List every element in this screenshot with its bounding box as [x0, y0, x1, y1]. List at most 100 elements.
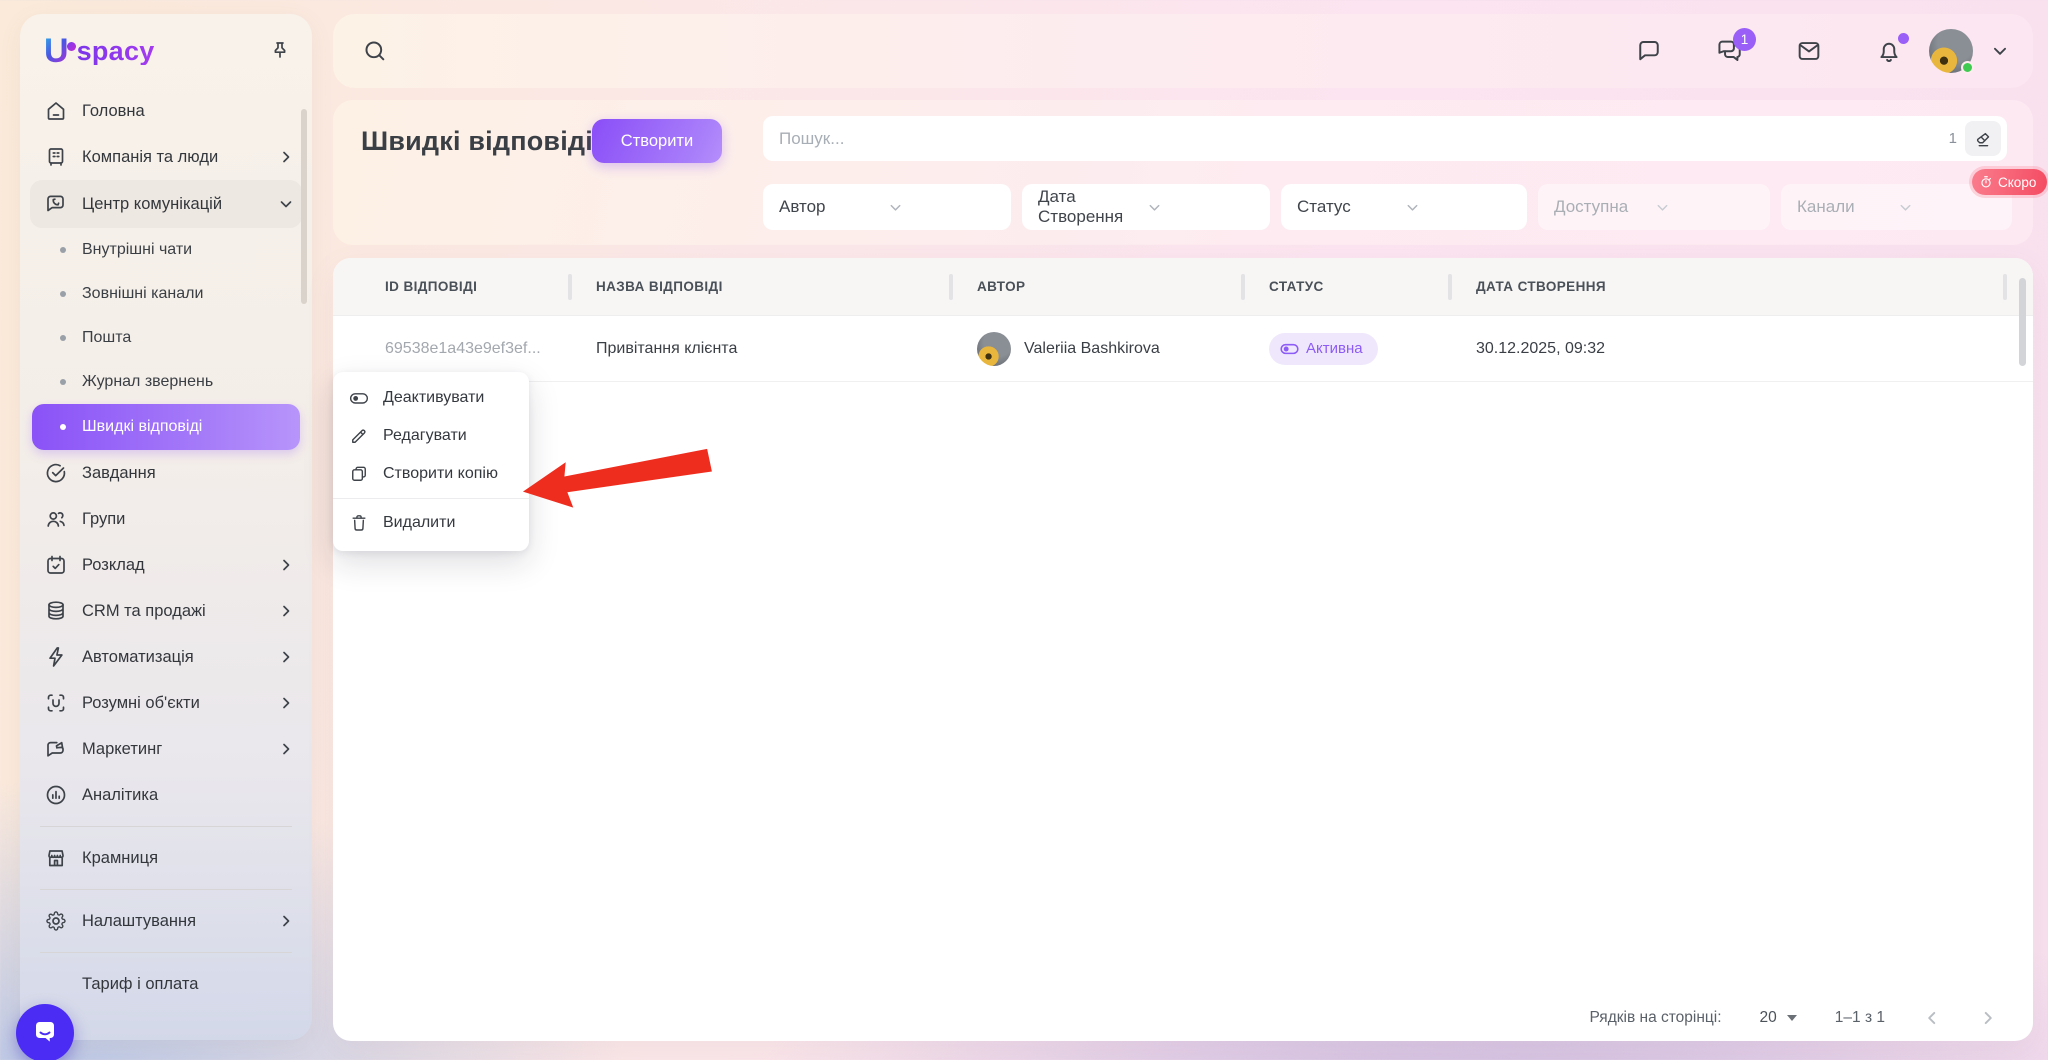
sidebar-item-settings[interactable]: Налаштування	[20, 898, 312, 944]
filter-label: Статус	[1297, 197, 1405, 217]
search-input[interactable]	[779, 129, 1949, 149]
rows-per-page-value: 20	[1760, 1009, 1777, 1027]
sidebar-item-analytics[interactable]: Аналітика	[20, 772, 312, 818]
sidebar-item-groups[interactable]: Групи	[20, 496, 312, 542]
menu-item-edit[interactable]: Редагувати	[333, 417, 529, 455]
sidebar-item-comm-center[interactable]: Центр комунікацій	[30, 180, 302, 228]
comments-button[interactable]	[1635, 37, 1663, 65]
author-avatar	[977, 332, 1011, 366]
sidebar-item-automation[interactable]: Автоматизація	[20, 634, 312, 680]
pin-icon[interactable]	[268, 39, 292, 63]
global-search-icon[interactable]	[361, 37, 389, 65]
rows-per-page-caret-icon	[1787, 1015, 1797, 1021]
menu-item-duplicate[interactable]: Створити копію	[333, 455, 529, 493]
sidebar-divider	[40, 952, 292, 953]
page-header: Швидкі відповіді Створити 1 Автор Дата С…	[333, 100, 2033, 245]
sidebar-item-label: Внутрішні чати	[82, 241, 192, 259]
chevron-right-icon	[278, 557, 294, 573]
row-context-menu: Деактивувати Редагувати Створити копію В…	[333, 372, 529, 551]
sidebar-item-label: Автоматизація	[82, 648, 194, 667]
messenger-button[interactable]: 1	[1715, 37, 1743, 65]
rows-per-page-label: Рядків на сторінці:	[1589, 1009, 1721, 1027]
sidebar-item-company[interactable]: Компанія та люди	[20, 134, 312, 180]
sidebar-item-home[interactable]: Головна	[20, 88, 312, 134]
mail-icon	[1795, 37, 1823, 65]
uspacy-logo[interactable]: U spacy	[44, 34, 155, 68]
bullet-icon	[60, 291, 66, 297]
profile-chevron-down-icon[interactable]	[1991, 42, 2009, 60]
cell-reply-id: 69538e1a43e9ef3ef...	[333, 340, 570, 358]
sidebar-item-internal-chats[interactable]: Внутрішні чати	[20, 228, 312, 272]
sidebar-item-label: Компанія та люди	[82, 148, 218, 167]
sidebar-item-billing[interactable]: Тариф і оплата	[20, 961, 312, 1007]
sidebar-item-quick-replies[interactable]: Швидкі відповіді	[32, 404, 300, 450]
sidebar-divider	[40, 826, 292, 827]
stopwatch-icon	[1979, 175, 1993, 189]
sidebar-scrollbar[interactable]	[301, 109, 307, 304]
pencil-icon	[349, 426, 369, 446]
store-icon	[44, 846, 68, 870]
filter-author[interactable]: Автор	[763, 184, 1011, 230]
chevron-right-icon	[278, 149, 294, 165]
sidebar-item-external-channels[interactable]: Зовнішні канали	[20, 272, 312, 316]
sidebar-item-mail[interactable]: Пошта	[20, 316, 312, 360]
chevron-down-icon	[888, 200, 997, 215]
table-row[interactable]: 69538e1a43e9ef3ef... Привітання клієнта …	[333, 316, 2033, 382]
mail-button[interactable]	[1795, 37, 1823, 65]
filter-created-date[interactable]: Дата Створення	[1022, 184, 1270, 230]
notification-dot	[1898, 33, 1909, 44]
filter-label: Дата Створення	[1038, 187, 1147, 227]
cell-reply-name: Привітання клієнта	[570, 340, 951, 358]
sidebar-item-label: Маркетинг	[82, 740, 162, 759]
next-page-button[interactable]	[1979, 1009, 1997, 1027]
logo-dot-icon	[67, 42, 76, 51]
menu-item-deactivate[interactable]: Деактивувати	[333, 379, 529, 417]
sidebar-item-store[interactable]: Крамниця	[20, 835, 312, 881]
sidebar-item-label: Розумні об'єкти	[82, 694, 200, 713]
sidebar-item-crm[interactable]: CRM та продажі	[20, 588, 312, 634]
cell-status: Активна	[1243, 333, 1450, 365]
sidebar-item-label: Завдання	[82, 464, 156, 483]
previous-page-button[interactable]	[1923, 1009, 1941, 1027]
clear-filters-button[interactable]	[1965, 121, 2001, 156]
tasks-icon	[44, 461, 68, 485]
logo-text: spacy	[77, 38, 155, 65]
schedule-icon	[44, 553, 68, 577]
chevron-right-icon	[278, 695, 294, 711]
sidebar-item-label: Журнал звернень	[82, 373, 213, 391]
sidebar-item-smart-objects[interactable]: Розумні об'єкти	[20, 680, 312, 726]
sidebar-item-request-log[interactable]: Журнал звернень	[20, 360, 312, 404]
sidebar-item-schedule[interactable]: Розклад	[20, 542, 312, 588]
cell-author: Valeriia Bashkirova	[951, 332, 1243, 366]
filter-label: Канали	[1797, 197, 1898, 217]
cell-created-date: 30.12.2025, 09:32	[1450, 340, 2033, 358]
filters-row: Автор Дата Створення Статус Доступна Кан…	[763, 184, 2012, 230]
page-title: Швидкі відповіді	[361, 126, 593, 157]
chevron-right-icon	[278, 741, 294, 757]
notifications-button[interactable]	[1875, 37, 1903, 65]
sidebar-item-tasks[interactable]: Завдання	[20, 450, 312, 496]
menu-item-delete[interactable]: Видалити	[333, 504, 529, 542]
create-button[interactable]: Створити	[592, 119, 722, 163]
column-divider	[949, 274, 953, 300]
chevron-down-icon	[1898, 200, 1999, 215]
sidebar-item-marketing[interactable]: Маркетинг	[20, 726, 312, 772]
home-icon	[44, 99, 68, 123]
comment-icon	[1635, 37, 1663, 65]
table-header-row: ID ВІДПОВІДІ НАЗВА ВІДПОВІДІ АВТОР СТАТУ…	[333, 258, 2033, 316]
filter-status[interactable]: Статус	[1281, 184, 1527, 230]
sidebar-item-label: Зовнішні канали	[82, 285, 203, 303]
support-chat-widget-button[interactable]	[16, 1004, 74, 1060]
sidebar-item-label: Центр комунікацій	[82, 195, 222, 214]
column-header-name: НАЗВА ВІДПОВІДІ	[570, 258, 951, 315]
sidebar-item-label: Крамниця	[82, 849, 158, 868]
table-scrollbar[interactable]	[2019, 278, 2026, 366]
menu-item-label: Редагувати	[383, 427, 467, 445]
sidebar-item-label: Аналітика	[82, 786, 158, 805]
rows-per-page-select[interactable]: 20	[1760, 1009, 1797, 1027]
author-name: Valeriia Bashkirova	[1024, 340, 1160, 358]
user-avatar[interactable]	[1929, 29, 1973, 73]
settings-icon	[44, 909, 68, 933]
menu-item-label: Видалити	[383, 514, 455, 532]
status-badge: Активна	[1269, 333, 1378, 365]
